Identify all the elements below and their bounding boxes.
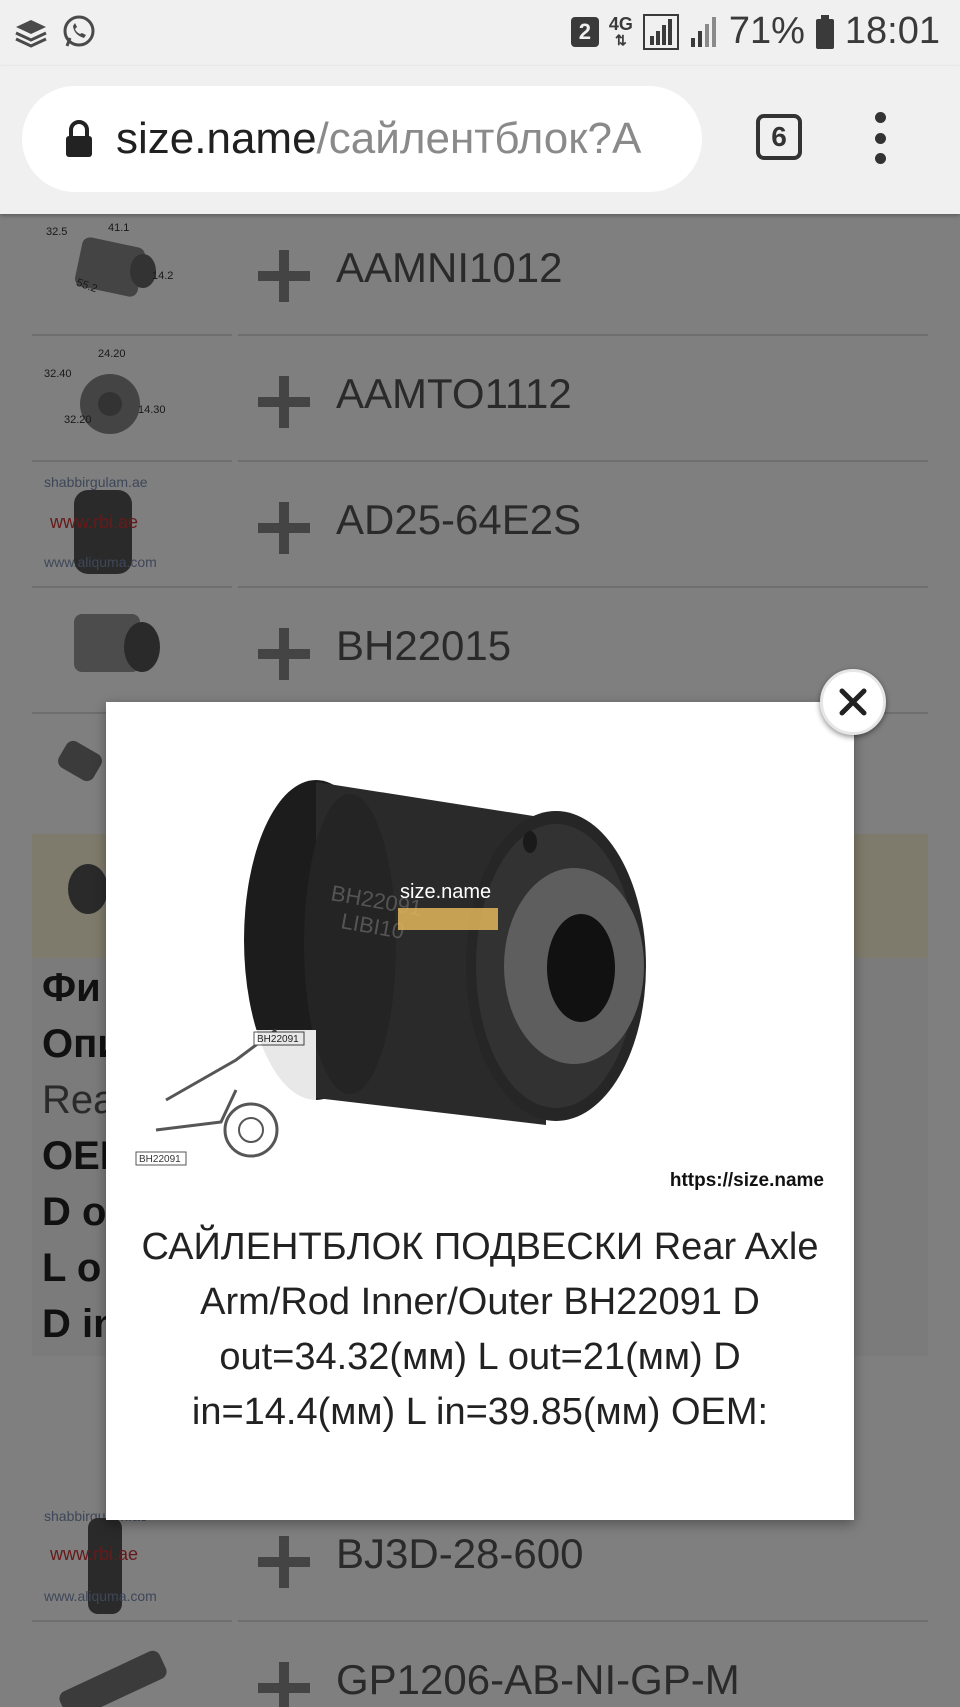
battery-icon	[815, 14, 834, 49]
suspension-diagram: BH22091 BH22091	[126, 1028, 316, 1180]
sim-slot-badge: 2	[570, 16, 599, 47]
svg-text:BH22091: BH22091	[139, 1154, 181, 1165]
svg-text:BH22091: BH22091	[257, 1034, 299, 1045]
whatsapp-icon	[63, 15, 95, 47]
stack-app-icon	[15, 20, 47, 48]
bushing-illustration: BH22091 LIBI10 size.name BH22091 BH22091	[126, 780, 646, 1180]
close-icon	[839, 688, 867, 716]
status-bar: 2 4G ⇅ 71% 18:01	[0, 0, 960, 66]
lock-icon	[66, 120, 92, 157]
image-source-url: https://size.name	[669, 1170, 824, 1191]
browser-toolbar: size.name/сайлентблок?A 6	[0, 66, 960, 214]
clock: 18:01	[844, 10, 940, 52]
signal-icon	[642, 13, 679, 50]
status-right-indicators: 2 4G ⇅ 71% 18:01	[570, 10, 940, 53]
address-bar[interactable]: size.name/сайлентблок?A	[22, 86, 702, 192]
signal-secondary-icon	[690, 16, 716, 47]
url-host: size.name	[116, 114, 317, 163]
url-text[interactable]: size.name/сайлентблок?A	[116, 114, 686, 164]
product-image: BH22091 LIBI10 size.name BH22091 BH22091	[126, 730, 834, 1210]
close-modal-button[interactable]	[820, 669, 886, 735]
url-path: /сайлентблок?A	[316, 114, 642, 163]
image-caption: САЙЛЕНТБЛОК ПОДВЕСКИ Rear Axle Arm/Rod I…	[141, 1226, 819, 1433]
image-watermark: size.name	[400, 881, 491, 903]
battery-percent: 71%	[728, 10, 805, 52]
overflow-menu-icon[interactable]	[872, 112, 888, 164]
status-left-icons	[12, 13, 98, 51]
image-lightbox: BH22091 LIBI10 size.name BH22091 BH22091…	[106, 702, 854, 1520]
tab-switcher-button[interactable]: 6	[756, 114, 802, 160]
network-type: 4G ⇅	[608, 13, 633, 48]
